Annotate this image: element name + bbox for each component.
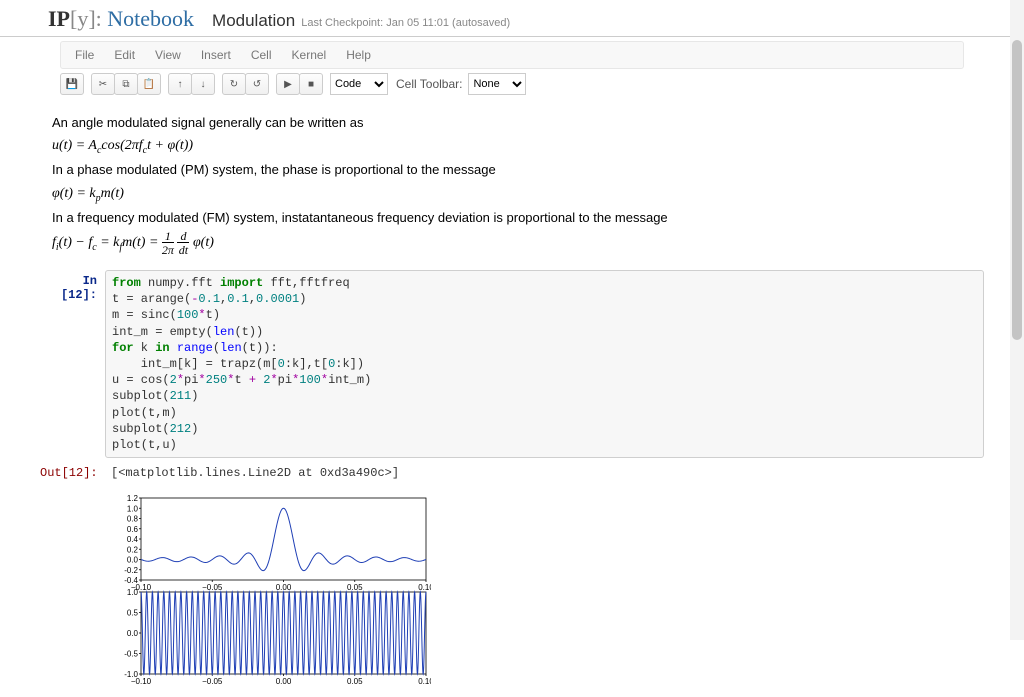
logo-notebook: Notebook	[102, 6, 194, 31]
svg-text:1.0: 1.0	[127, 504, 139, 513]
svg-text:−0.05: −0.05	[202, 583, 223, 592]
clipboard-icon: 📋	[143, 79, 155, 90]
arrow-down-icon: ↓	[201, 79, 206, 90]
run-step-button[interactable]: ↻	[222, 73, 246, 95]
menu-edit[interactable]: Edit	[104, 44, 145, 66]
svg-text:−0.05: −0.05	[202, 677, 223, 686]
menu-kernel[interactable]: Kernel	[282, 44, 337, 66]
logo: IP[y]: Notebook	[0, 6, 194, 32]
svg-text:0.05: 0.05	[347, 677, 363, 686]
cell-toolbar-label: Cell Toolbar:	[396, 77, 462, 91]
svg-text:0.5: 0.5	[127, 609, 139, 618]
move-up-button[interactable]: ↑	[168, 73, 192, 95]
menu-cell[interactable]: Cell	[241, 44, 282, 66]
play-icon: ▶	[284, 79, 292, 90]
menu-file[interactable]: File	[65, 44, 104, 66]
plot-output: -0.4-0.20.00.20.40.60.81.01.2−0.10−0.050…	[105, 488, 984, 695]
toolbar: 💾 ✂ ⧉ 📋 ↑ ↓ ↻ ↺ ▶ ■ Code Cell Toolbar: N…	[60, 73, 964, 95]
stop-button[interactable]: ■	[299, 73, 323, 95]
in-prompt: In [12]:	[40, 270, 105, 458]
out-prompt: Out[12]:	[40, 462, 105, 484]
svg-text:−0.10: −0.10	[131, 677, 152, 686]
cut-button[interactable]: ✂	[91, 73, 115, 95]
logo-ip: IP	[48, 6, 70, 31]
notebook-title[interactable]: Modulation	[212, 11, 295, 31]
svg-text:0.6: 0.6	[127, 525, 139, 534]
svg-text:0.2: 0.2	[127, 545, 139, 554]
paste-button[interactable]: 📋	[137, 73, 161, 95]
svg-text:0.4: 0.4	[127, 535, 139, 544]
move-down-button[interactable]: ↓	[191, 73, 215, 95]
svg-text:0.8: 0.8	[127, 515, 139, 524]
svg-text:1.0: 1.0	[127, 588, 139, 597]
header: IP[y]: Notebook Modulation Last Checkpoi…	[0, 0, 1024, 37]
svg-text:0.0: 0.0	[127, 629, 139, 638]
run-button[interactable]: ▶	[276, 73, 300, 95]
arrow-up-icon: ↑	[178, 79, 183, 90]
formula-2: φ(t) = kpm(t)	[52, 183, 972, 206]
scrollbar[interactable]	[1010, 0, 1024, 640]
svg-text:-0.5: -0.5	[124, 650, 138, 659]
formula-3: fi(t) − fc = kfm(t) = 12π ddt φ(t)	[52, 230, 972, 256]
svg-text:0.10: 0.10	[418, 677, 431, 686]
menu-help[interactable]: Help	[336, 44, 381, 66]
step-icon: ↻	[230, 79, 238, 90]
code-input[interactable]: from numpy.fft import fft,fftfreq t = ar…	[105, 270, 984, 458]
floppy-icon: 💾	[66, 79, 78, 90]
text-line: An angle modulated signal generally can …	[52, 113, 972, 133]
svg-text:1.2: 1.2	[127, 494, 139, 503]
scrollbar-thumb[interactable]	[1012, 40, 1022, 340]
copy-icon: ⧉	[122, 79, 129, 90]
scissors-icon: ✂	[99, 79, 107, 90]
markdown-cell[interactable]: An angle modulated signal generally can …	[40, 109, 984, 268]
run-forward-button[interactable]: ↺	[245, 73, 269, 95]
step-icon: ↺	[253, 79, 261, 90]
text-line: In a phase modulated (PM) system, the ph…	[52, 160, 972, 180]
svg-text:0.00: 0.00	[276, 583, 292, 592]
code-cell: In [12]: from numpy.fft import fft,fftfr…	[40, 268, 984, 460]
matplotlib-figure: -0.4-0.20.00.20.40.60.81.01.2−0.10−0.050…	[111, 492, 431, 692]
svg-text:-0.2: -0.2	[124, 566, 138, 575]
text-line: In a frequency modulated (FM) system, in…	[52, 208, 972, 228]
menubar: File Edit View Insert Cell Kernel Help	[60, 41, 964, 69]
svg-text:0.0: 0.0	[127, 556, 139, 565]
save-button[interactable]: 💾	[60, 73, 84, 95]
notebook-area: An angle modulated signal generally can …	[40, 109, 984, 697]
svg-text:0.00: 0.00	[276, 677, 292, 686]
copy-button[interactable]: ⧉	[114, 73, 138, 95]
output-cell: Out[12]: [<matplotlib.lines.Line2D at 0x…	[40, 460, 984, 486]
cell-toolbar-select[interactable]: None	[468, 73, 526, 95]
plot-cell: -0.4-0.20.00.20.40.60.81.01.2−0.10−0.050…	[40, 486, 984, 697]
formula-1: u(t) = Accos(2πfct + φ(t))	[52, 135, 972, 158]
menu-insert[interactable]: Insert	[191, 44, 241, 66]
stop-icon: ■	[308, 79, 314, 90]
svg-text:0.10: 0.10	[418, 583, 431, 592]
output-text: [<matplotlib.lines.Line2D at 0xd3a490c>]	[105, 462, 984, 484]
logo-y: [y]:	[70, 6, 102, 31]
checkpoint-label: Last Checkpoint: Jan 05 11:01 (autosaved…	[301, 17, 510, 29]
svg-text:0.05: 0.05	[347, 583, 363, 592]
cell-type-select[interactable]: Code	[330, 73, 388, 95]
menu-view[interactable]: View	[145, 44, 191, 66]
